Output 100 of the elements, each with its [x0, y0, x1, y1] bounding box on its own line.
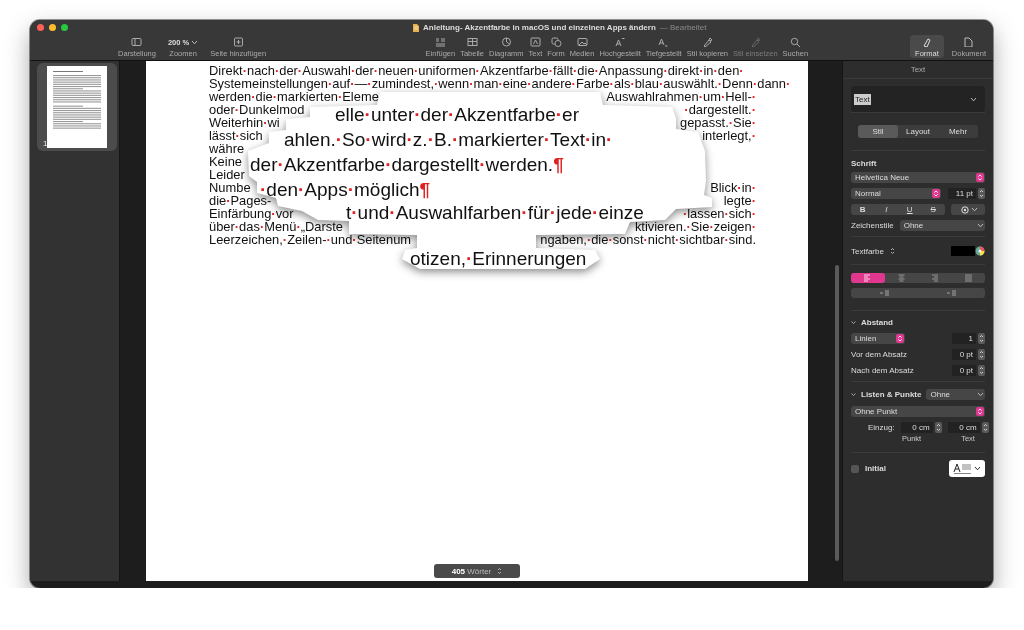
checkbox-label: Initial — [865, 464, 886, 473]
document-text: Keine — [209, 155, 242, 168]
line-spacing-popup[interactable]: Linien — [851, 333, 905, 344]
stepper-icon[interactable] — [978, 188, 985, 199]
bullet-popup[interactable]: Ohne Punkt — [851, 406, 985, 417]
field-label: Vor dem Absatz — [851, 350, 908, 359]
stepper-icon[interactable] — [978, 333, 985, 344]
stepper-icon — [932, 189, 940, 198]
font-style-button[interactable]: I — [874, 204, 898, 215]
stepper-icon[interactable] — [978, 349, 985, 360]
document-status: — Bearbeitet — [659, 23, 707, 32]
shape-icon — [550, 37, 562, 47]
character-style-popup[interactable]: Ohne — [899, 220, 985, 231]
stepper-icon — [889, 247, 895, 255]
font-style-button[interactable]: U — [898, 204, 922, 215]
color-well[interactable] — [951, 246, 975, 256]
color-wheel-icon[interactable] — [975, 246, 985, 256]
chevron-down-icon — [191, 39, 199, 45]
document-text: ·dargestellt.· — [684, 103, 756, 116]
chevron-down-icon — [971, 207, 978, 212]
document-text: Weiterhin·wi — [209, 116, 280, 129]
number-field[interactable]: 1 — [952, 333, 976, 344]
document-text: Einfärbung·vor — [209, 207, 294, 220]
text-box-icon — [529, 37, 541, 47]
field-label: Zeichenstile — [851, 221, 894, 230]
stepper-icon — [497, 567, 503, 575]
scrollbar[interactable] — [835, 265, 839, 561]
drop-cap-popup[interactable] — [949, 460, 985, 477]
field-label: Einzug: — [868, 423, 895, 432]
font-style-button[interactable]: S — [921, 204, 945, 215]
sidebar-icon — [131, 37, 143, 47]
align-justify-icon — [964, 274, 972, 282]
document-text: Auswahlrahmen·um·Hell-· — [606, 90, 756, 103]
align-center-icon — [897, 274, 905, 282]
drop-cap-icon — [953, 463, 971, 474]
document-text: Leerzeichen,·Zeilen-·und·Seitenum — [209, 233, 412, 246]
checkbox[interactable] — [851, 464, 859, 473]
page-thumbnail[interactable]: 1 — [37, 63, 117, 151]
document-text: ·lassen·sich· — [682, 207, 756, 220]
section-heading: Schrift — [851, 159, 878, 168]
document-text: ktivieren.·Sie·zeigen· — [634, 220, 756, 233]
document-text: lässt·sich — [209, 129, 263, 142]
document-text: über·das·Menü·„Darste — [209, 220, 343, 233]
magnified-text: ahlen.·So·wird·z.·B.·markierter·Text·in· — [284, 132, 613, 147]
page-number: 1 — [43, 139, 48, 148]
align-right-icon — [931, 274, 939, 282]
chart-icon — [500, 37, 512, 47]
field-label: Nach dem Absatz — [851, 366, 914, 375]
subscript-icon — [658, 37, 670, 47]
stepper-icon — [976, 407, 984, 416]
gear-icon — [961, 205, 969, 214]
zoom-button[interactable] — [61, 24, 68, 31]
document-text: Direkt·nach·der·Auswahl·der·neuen·uniformen·Akzentfarbe·fällt·die·Anpassung·direkt·in·den· — [209, 64, 744, 77]
close-button[interactable] — [37, 24, 44, 31]
text-options-button[interactable] — [951, 204, 985, 215]
search-icon — [789, 37, 801, 47]
outdent-icon — [880, 290, 889, 296]
document-text: währe — [209, 142, 245, 155]
font-size-field[interactable]: 11 pt — [948, 188, 976, 199]
chevron-down-icon — [974, 466, 981, 471]
stepper-icon[interactable] — [978, 365, 985, 376]
document-text: ngaben,·die·sonst·nicht·sichtbar·sind. — [540, 233, 756, 246]
tab[interactable]: Layout — [898, 125, 938, 138]
insert-icon — [434, 37, 446, 47]
paragraph-style-dropdown[interactable]: Text — [851, 86, 985, 112]
document-icon — [963, 37, 975, 47]
minimize-button[interactable] — [49, 24, 56, 31]
chevron-down-icon[interactable] — [851, 392, 856, 397]
chevron-down-icon[interactable] — [851, 320, 856, 325]
document-text: oder·Dunkelmod — [209, 103, 305, 116]
stepper-icon — [896, 334, 904, 343]
window-title: Anleitung- Akzentfarbe in macOS und einzelnen Apps ändern — [423, 23, 656, 32]
document-text: Blick·in· — [710, 181, 756, 194]
stepper-icon[interactable] — [934, 422, 942, 433]
section-heading: Listen & Punkte — [861, 390, 922, 399]
number-field[interactable]: 0 cm — [947, 422, 980, 433]
field-label: Textfarbe — [851, 246, 884, 256]
tab[interactable]: Stil — [858, 125, 898, 138]
panel-title: Text — [843, 61, 993, 79]
document-text: Leider — [209, 168, 245, 181]
document-text: Systemeinstellungen·auf·—·zumindest,·wenn·man·eine·andere·Farbe·als·blau·auswählt.·Denn·dann· — [209, 77, 791, 90]
number-field[interactable]: 0 cm — [900, 422, 933, 433]
font-family-popup[interactable]: Helvetica Neue — [851, 172, 985, 183]
list-style-popup[interactable]: Ohne — [926, 389, 985, 400]
word-count-button[interactable]: 405 Wörter — [434, 564, 520, 578]
image-icon — [576, 37, 588, 47]
typeface-popup[interactable]: Normal — [851, 188, 941, 199]
number-field[interactable]: 0 pt — [952, 349, 976, 360]
number-field[interactable]: 0 pt — [952, 365, 976, 376]
font-style-button[interactable]: B — [851, 204, 875, 215]
document-text: gepasst.·Sie· — [680, 116, 756, 129]
document-text: interlegt,· — [702, 129, 756, 142]
align-left-icon — [864, 274, 872, 282]
stepper-icon — [976, 173, 984, 182]
align-button[interactable] — [851, 273, 885, 283]
indent-icon — [947, 290, 956, 296]
chevron-down-icon — [977, 223, 984, 228]
stepper-icon[interactable] — [981, 422, 989, 433]
tab[interactable]: Mehr — [938, 125, 978, 138]
section-heading: Abstand — [861, 318, 893, 327]
